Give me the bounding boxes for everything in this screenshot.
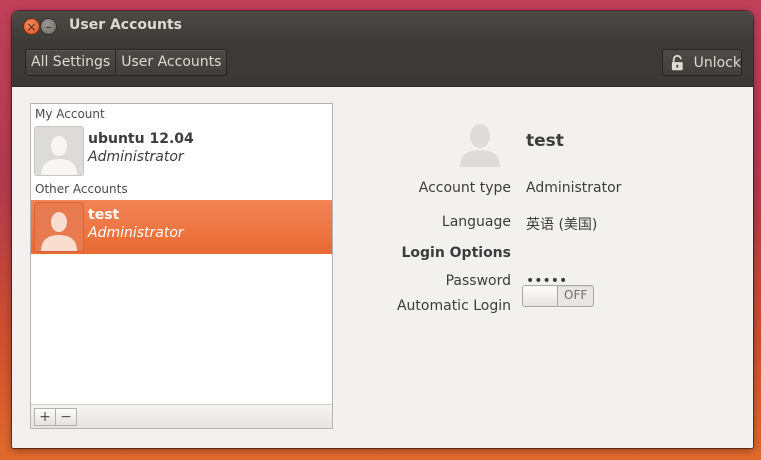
user-silhouette-icon <box>460 124 500 167</box>
user-role: Administrator <box>88 149 184 165</box>
user-row-ubuntu[interactable]: ubuntu 12.04 Administrator <box>31 124 332 178</box>
automatic-login-switch[interactable]: OFF <box>522 285 594 307</box>
password-label: Password <box>445 273 511 289</box>
unlock-label: Unlock <box>693 54 741 71</box>
breadcrumb-user-accounts[interactable]: User Accounts <box>115 50 226 75</box>
padlock-open-icon <box>671 54 683 70</box>
switch-knob <box>523 286 558 306</box>
avatar <box>34 202 84 252</box>
account-type-label: Account type <box>418 180 511 196</box>
toolbar: All Settings User Accounts Unlock <box>12 41 753 87</box>
user-silhouette-icon <box>41 136 77 175</box>
user-name: ubuntu 12.04 <box>88 131 194 147</box>
list-toolbar: + − <box>31 404 332 428</box>
close-window-button[interactable]: × <box>23 18 40 35</box>
breadcrumb: All Settings User Accounts <box>25 49 228 76</box>
switch-state-label: OFF <box>564 288 588 302</box>
language-value: 英语 (美国) <box>526 217 598 233</box>
remove-user-button[interactable]: − <box>55 408 77 426</box>
window-title: User Accounts <box>69 17 182 33</box>
main-content: My Account ubuntu 12.04 Administrator Ot… <box>12 87 753 448</box>
avatar <box>34 126 84 176</box>
user-role: Administrator <box>88 225 184 241</box>
login-options-heading: Login Options <box>401 245 511 261</box>
my-account-heading: My Account <box>35 107 105 121</box>
language-label: Language <box>441 214 511 230</box>
add-user-button[interactable]: + <box>34 408 56 426</box>
user-name: test <box>88 207 120 223</box>
unlock-button[interactable]: Unlock <box>662 49 742 76</box>
breadcrumb-all-settings[interactable]: All Settings <box>26 50 115 75</box>
selected-user-name: test <box>526 131 564 151</box>
account-type-value: Administrator <box>526 180 622 196</box>
user-accounts-window: × – User Accounts All Settings User Acco… <box>12 11 753 448</box>
user-list: My Account ubuntu 12.04 Administrator Ot… <box>30 103 333 429</box>
automatic-login-label: Automatic Login <box>396 298 511 314</box>
user-silhouette-icon <box>41 212 77 251</box>
user-row-test[interactable]: test Administrator <box>31 200 332 254</box>
minimize-window-button[interactable]: – <box>40 18 57 35</box>
other-accounts-heading: Other Accounts <box>35 182 128 196</box>
title-bar: × – User Accounts <box>12 11 753 41</box>
